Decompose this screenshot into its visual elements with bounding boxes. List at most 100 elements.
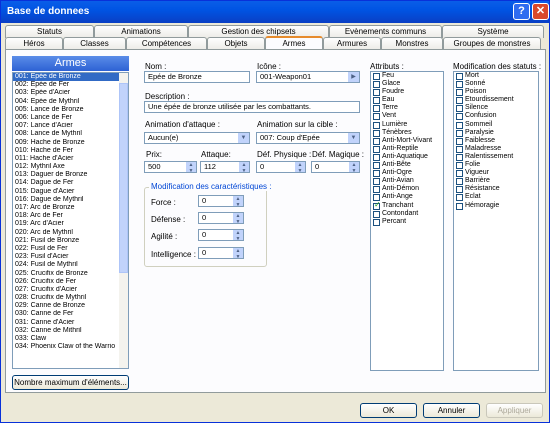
list-item[interactable]: 006: Lance de Fer — [13, 114, 119, 122]
checkbox-item[interactable]: Vigueur — [454, 169, 538, 178]
stepper-icon[interactable]: ▲ ▼ — [239, 162, 249, 172]
checkbox-item[interactable]: Confusion — [454, 112, 538, 121]
nom-field[interactable]: Epée de Bronze — [144, 71, 250, 83]
checkbox-icon[interactable] — [456, 129, 463, 137]
checkbox-item[interactable]: Feu — [371, 72, 443, 80]
list-item[interactable]: 014: Dague de Fer — [13, 179, 119, 187]
list-item[interactable]: 008: Lance de Mythril — [13, 130, 119, 138]
checkbox-item[interactable]: Contondant — [371, 210, 443, 218]
cancel-button[interactable]: Annuler — [423, 403, 480, 418]
defense-field[interactable]: 0 ▲ ▼ — [198, 212, 244, 224]
chevron-down-icon[interactable]: ▼ — [238, 133, 249, 143]
checkbox-icon[interactable] — [373, 113, 380, 121]
force-field[interactable]: 0 ▲ ▼ — [198, 195, 244, 207]
checkbox-item[interactable]: Résistance — [454, 185, 538, 194]
checkbox-item[interactable]: Terre — [371, 104, 443, 113]
list-item[interactable]: 019: Arc d'Acier — [13, 220, 119, 228]
scrollbar-thumb[interactable] — [119, 83, 128, 273]
list-item[interactable]: 009: Hache de Bronze — [13, 139, 119, 147]
checkbox-item[interactable]: Mort — [454, 72, 538, 80]
list-item[interactable]: 020: Arc de Mythril — [13, 229, 119, 237]
checkbox-item[interactable]: Anti-Démon — [371, 185, 443, 194]
ok-button[interactable]: OK — [360, 403, 417, 418]
checkbox-icon[interactable] — [456, 89, 463, 97]
close-icon[interactable]: ✕ — [532, 3, 549, 20]
checkbox-icon[interactable] — [456, 73, 463, 80]
checkbox-icon[interactable] — [456, 194, 463, 202]
checkbox-icon[interactable] — [373, 145, 380, 153]
list-item[interactable]: 033: Claw — [13, 335, 119, 343]
checkbox-item[interactable]: Etourdissement — [454, 96, 538, 105]
checkbox-item[interactable]: Faiblesse — [454, 137, 538, 145]
list-item[interactable]: 026: Crucifix de Fer — [13, 278, 119, 286]
checkbox-icon[interactable] — [373, 178, 380, 186]
checkbox-item[interactable]: Anti-Bête — [371, 161, 443, 170]
checkbox-item[interactable]: Eclat — [454, 193, 538, 202]
checkbox-item[interactable]: Tranchant — [371, 201, 443, 210]
list-item[interactable]: 029: Canne de Bronze — [13, 302, 119, 310]
checkbox-icon[interactable] — [373, 162, 380, 170]
list-item[interactable]: 024: Fusil de Mythril — [13, 261, 119, 269]
checkbox-icon[interactable] — [456, 178, 463, 186]
stepper-icon[interactable]: ▲ ▼ — [233, 230, 243, 240]
list-item[interactable]: 005: Lance de Bronze — [13, 106, 119, 114]
list-item[interactable]: 012: Mythril Axe — [13, 163, 119, 171]
checkbox-icon[interactable] — [373, 97, 380, 105]
checkbox-icon[interactable] — [373, 105, 380, 113]
checkbox-icon[interactable] — [456, 121, 463, 129]
checkbox-item[interactable]: Hémoragie — [454, 202, 538, 210]
checkbox-icon[interactable] — [456, 162, 463, 170]
checkbox-item[interactable]: Anti-Reptile — [371, 145, 443, 153]
list-item[interactable]: 003: Epée d'Acier — [13, 89, 119, 97]
checkbox-item[interactable]: Lumière — [371, 121, 443, 129]
stepper-icon[interactable]: ▲ ▼ — [186, 162, 196, 172]
list-item[interactable]: 028: Crucifix de Mythril — [13, 294, 119, 302]
list-item[interactable]: 034: Phoenix Claw of the Warrio — [13, 343, 119, 351]
checkbox-item[interactable]: Ralentissement — [454, 153, 538, 161]
list-item[interactable]: 031: Canne d'Acier — [13, 319, 119, 327]
checkbox-item[interactable]: Vent — [371, 112, 443, 121]
max-elements-button[interactable]: Nombre maximum d'éléments... — [12, 375, 129, 390]
list-item[interactable]: 027: Crucifix d'Acier — [13, 286, 119, 294]
anim-attaque-select[interactable]: Aucun(e) ▼ — [144, 132, 250, 144]
def-mag-field[interactable]: 0 ▲ ▼ — [311, 161, 360, 173]
checkbox-icon[interactable] — [373, 81, 380, 89]
stepper-icon[interactable]: ▲ ▼ — [233, 196, 243, 206]
icon-picker-arrow-icon[interactable]: ▶ — [348, 72, 359, 82]
checkbox-icon[interactable] — [456, 170, 463, 178]
help-icon[interactable]: ? — [513, 3, 530, 20]
checkbox-icon[interactable] — [373, 121, 380, 129]
checkbox-icon[interactable] — [456, 81, 463, 89]
icone-field[interactable]: 001-Weapon01 ▶ — [256, 71, 360, 83]
attributs-list[interactable]: Feu Glace Foudre Eau Terre Vent Lumière Ténèbre… — [370, 71, 444, 371]
list-item[interactable]: 011: Hache d'Acier — [13, 155, 119, 163]
checkbox-icon[interactable] — [456, 113, 463, 121]
list-item[interactable]: 023: Fusil d'Acier — [13, 253, 119, 261]
list-item[interactable]: 030: Canne de Fer — [13, 310, 119, 318]
list-item[interactable]: 004: Epée de Mythril — [13, 98, 119, 106]
checkbox-icon[interactable] — [456, 186, 463, 194]
list-item[interactable]: 001: Epée de Bronze — [13, 73, 119, 82]
agilite-field[interactable]: 0 ▲ ▼ — [198, 229, 244, 241]
list-item[interactable]: 010: Hache de Fer — [13, 147, 119, 155]
checkbox-icon[interactable] — [456, 97, 463, 105]
list-item[interactable]: 007: Lance d'Acier — [13, 122, 119, 130]
list-scrollbar[interactable] — [119, 73, 128, 368]
checkbox-item[interactable]: Sonné — [454, 80, 538, 89]
checkbox-icon[interactable] — [373, 73, 380, 80]
checkbox-icon[interactable] — [373, 186, 380, 194]
description-field[interactable]: Une épée de bronze utilisée par les comb… — [144, 101, 360, 113]
checkbox-icon[interactable] — [373, 201, 381, 210]
checkbox-icon[interactable] — [456, 202, 463, 210]
intelligence-field[interactable]: 0 ▲ ▼ — [198, 247, 244, 259]
checkbox-item[interactable]: Anti-Aquatique — [371, 153, 443, 161]
checkbox-item[interactable]: Anti-Mort-Vivant — [371, 137, 443, 145]
checkbox-icon[interactable] — [373, 210, 380, 218]
checkbox-icon[interactable] — [373, 129, 380, 137]
checkbox-icon[interactable] — [373, 153, 380, 161]
checkbox-item[interactable]: Foudre — [371, 88, 443, 97]
checkbox-icon[interactable] — [456, 105, 463, 113]
checkbox-icon[interactable] — [456, 145, 463, 153]
tab-armes[interactable]: Armes — [265, 36, 323, 50]
weapon-list[interactable]: 001: Epée de Bronze 002: Epée de Fer 003: … — [12, 72, 129, 369]
